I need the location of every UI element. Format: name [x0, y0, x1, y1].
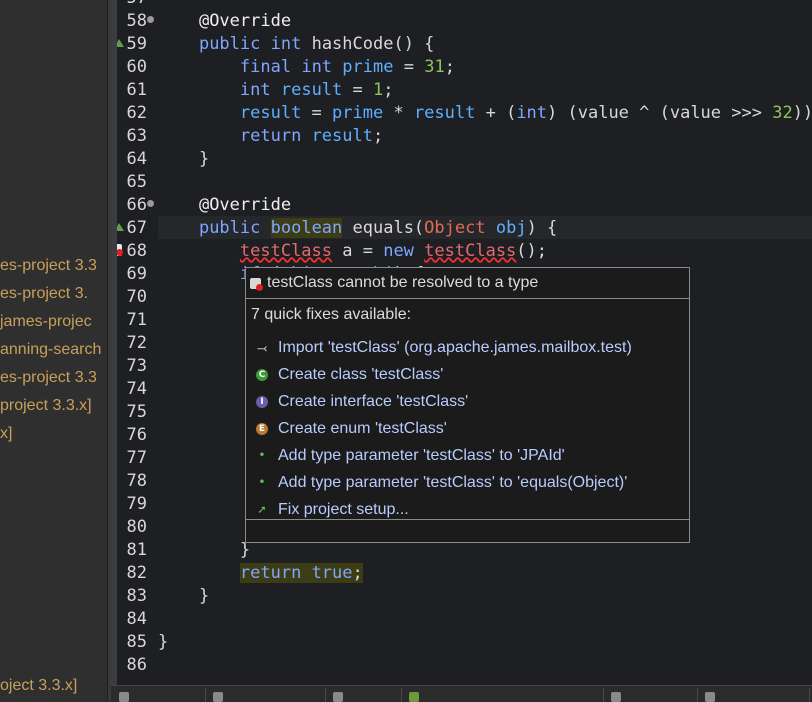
- quick-fix-item[interactable]: ➚ Fix project setup...: [256, 499, 409, 521]
- code-line[interactable]: return result;: [158, 125, 383, 148]
- line-number: 70: [126, 287, 147, 307]
- enum-icon: E: [256, 423, 268, 435]
- line-number: 83: [126, 586, 147, 606]
- class-icon: C: [256, 369, 268, 381]
- project-tree-item[interactable]: james-projec: [0, 313, 92, 331]
- quick-fix-item[interactable]: • Add type parameter 'testClass' to 'equ…: [256, 472, 627, 494]
- import-icon: ⤙: [257, 341, 267, 355]
- line-number: 85: [126, 632, 147, 652]
- quick-fix-label: Create enum 'testClass': [278, 420, 447, 437]
- project-tree-item[interactable]: x]: [0, 425, 12, 443]
- code-line[interactable]: public boolean equals(Object obj) {: [158, 217, 557, 240]
- code-line[interactable]: @Override: [158, 10, 291, 33]
- code-line[interactable]: final int prime = 31;: [158, 56, 455, 79]
- fix-setup-icon: ➚: [257, 503, 267, 516]
- code-line[interactable]: }: [158, 539, 250, 562]
- error-marker-icon[interactable]: [117, 244, 123, 256]
- quick-fix-label: Add type parameter 'testClass' to 'equal…: [278, 474, 628, 491]
- line-number: 65: [126, 172, 147, 192]
- quick-fix-footer: [246, 519, 689, 542]
- line-number: 77: [126, 448, 147, 468]
- project-tree-item[interactable]: anning-search: [0, 341, 101, 359]
- line-number: 79: [126, 494, 147, 514]
- quick-fix-item[interactable]: • Add type parameter 'testClass' to 'JPA…: [256, 445, 565, 467]
- line-number: 72: [126, 333, 147, 353]
- line-number: 76: [126, 425, 147, 445]
- fold-marker-icon[interactable]: [147, 16, 154, 23]
- quick-fix-item[interactable]: E Create enum 'testClass': [256, 418, 447, 440]
- interface-icon: I: [256, 396, 268, 408]
- quick-fix-label: Fix project setup...: [278, 501, 409, 518]
- view-tab[interactable]: [403, 688, 604, 702]
- project-tree-item[interactable]: es-project 3.: [0, 285, 88, 303]
- line-number: 62: [126, 103, 147, 123]
- line-number: 86: [126, 655, 147, 675]
- line-number: 64: [126, 149, 147, 169]
- code-line[interactable]: }: [158, 585, 209, 608]
- bottom-view-tabs: [111, 685, 812, 702]
- line-number: 69: [126, 264, 147, 284]
- line-number: 84: [126, 609, 147, 629]
- line-number: 63: [126, 126, 147, 146]
- code-line[interactable]: @Override: [158, 194, 291, 217]
- quick-fix-error-message: testClass cannot be resolved to a type: [267, 274, 539, 291]
- line-number: 71: [126, 310, 147, 330]
- view-tab[interactable]: [327, 688, 402, 702]
- override-marker-icon: [117, 223, 124, 231]
- code-line[interactable]: public int hashCode() {: [158, 33, 434, 56]
- code-line[interactable]: result = prime * result + (int) (value ^…: [158, 102, 812, 125]
- view-tab[interactable]: [113, 688, 206, 702]
- view-tab[interactable]: [605, 688, 698, 702]
- project-tree-item[interactable]: project 3.3.x]: [0, 397, 92, 415]
- code-line[interactable]: }: [158, 148, 209, 171]
- fold-marker-icon[interactable]: [147, 200, 154, 207]
- quick-fix-count: 7 quick fixes available:: [251, 306, 412, 323]
- code-line[interactable]: }: [158, 631, 168, 654]
- quick-fix-popup: testClass cannot be resolved to a type 7…: [245, 267, 690, 543]
- quick-fix-item[interactable]: I Create interface 'testClass': [256, 391, 468, 413]
- quick-fix-label: Add type parameter 'testClass' to 'JPAId…: [278, 447, 565, 464]
- line-number: 82: [126, 563, 147, 583]
- project-tree-item[interactable]: es-project 3.3: [0, 257, 97, 275]
- quick-fix-label: Create class 'testClass': [278, 366, 444, 383]
- quick-fix-item[interactable]: ⤙ Import 'testClass' (org.apache.james.m…: [256, 337, 632, 359]
- type-param-icon: •: [258, 450, 266, 461]
- quick-fix-item[interactable]: C Create class 'testClass': [256, 364, 443, 386]
- project-tree-item[interactable]: oject 3.3.x]: [0, 677, 77, 695]
- line-number: 66: [126, 195, 147, 215]
- view-tab[interactable]: [699, 688, 810, 702]
- line-number: 74: [126, 379, 147, 399]
- code-line[interactable]: return true;: [158, 562, 363, 585]
- quick-fix-header: testClass cannot be resolved to a type: [246, 268, 689, 299]
- code-line[interactable]: testClass a = new testClass();: [158, 240, 547, 263]
- line-number: 57: [117, 0, 147, 10]
- code-line[interactable]: int result = 1;: [158, 79, 394, 102]
- line-number: 58: [126, 11, 147, 31]
- type-param-icon: •: [258, 477, 266, 488]
- line-number: 60: [126, 57, 147, 77]
- override-marker-icon: [117, 39, 124, 47]
- line-number: 75: [126, 402, 147, 422]
- line-number: 73: [126, 356, 147, 376]
- line-number: 78: [126, 471, 147, 491]
- view-tab[interactable]: [207, 688, 326, 702]
- line-number: 61: [126, 80, 147, 100]
- quick-fix-label: Import 'testClass' (org.apache.james.mai…: [278, 339, 632, 356]
- line-number: 80: [126, 517, 147, 537]
- line-number: 81: [126, 540, 147, 560]
- project-tree-item[interactable]: es-project 3.3: [0, 369, 97, 387]
- error-icon: [250, 277, 263, 291]
- quick-fix-label: Create interface 'testClass': [278, 393, 469, 410]
- package-explorer-panel: es-project 3.3 es-project 3. james-proje…: [0, 0, 107, 701]
